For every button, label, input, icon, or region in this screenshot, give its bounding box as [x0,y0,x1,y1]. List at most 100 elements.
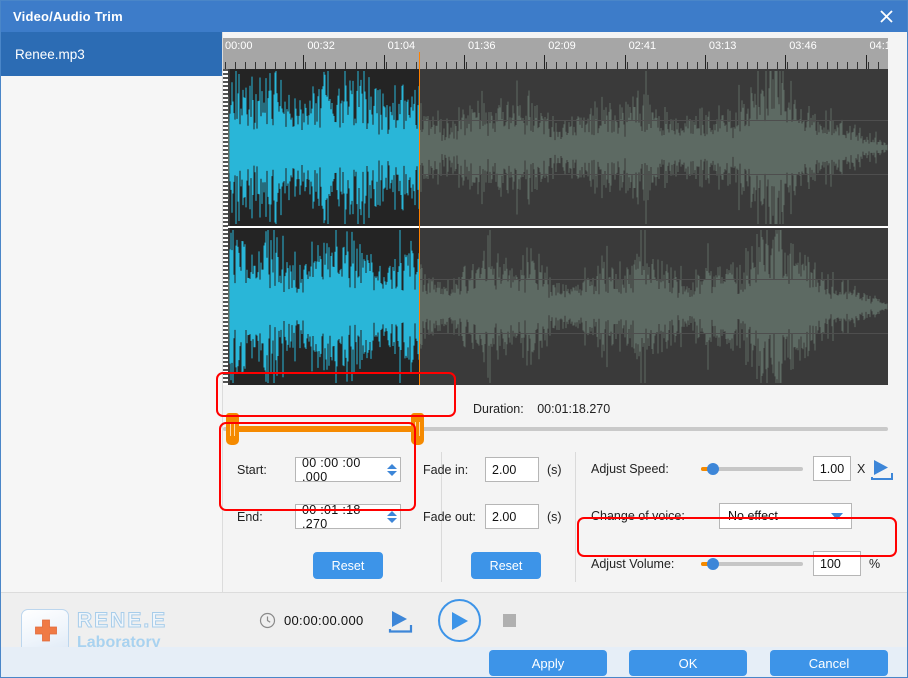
end-time-value: 00 :01 :18 .270 [302,502,361,531]
timeline-ruler[interactable]: 00:00 00:32 01:04 01:36 02:09 02:41 03:13 03:46… [223,38,888,69]
speed-value-input[interactable]: 1.00 [813,456,851,481]
ruler-tick-label: 03:13 [708,40,737,52]
ruler-minor-tick [295,62,296,69]
volume-slider[interactable] [701,556,803,572]
ruler-minor-tick [827,62,828,69]
start-time-row: Start: 00 :00 :00 .000 [237,455,401,484]
fade-out-input[interactable]: 2.00 [485,504,539,529]
ruler-minor-tick [817,62,818,69]
ruler-minor-tick [245,62,246,69]
duration-value: 00:01:18.270 [537,402,611,416]
selection-left-edge-handle[interactable] [223,69,228,385]
change-of-voice-row: Change of voice: No effect [591,503,852,529]
ruler-minor-tick [285,62,286,69]
ok-button[interactable]: OK [629,650,747,676]
play-button[interactable] [437,599,481,642]
scrubber-end-handle[interactable] [411,413,425,445]
waveform-channel-left [223,69,888,226]
file-list-sidebar: Renee.mp3 [1,32,223,592]
apply-button[interactable]: Apply [489,650,607,676]
ruler-minor-tick [717,62,718,69]
scrubber-start-handle[interactable] [225,413,239,445]
fade-in-label: Fade in: [423,462,469,477]
change-of-voice-value: No effect [728,509,778,523]
ruler-minor-tick [356,62,357,69]
current-time-group: 00:00:00.000 [259,612,364,629]
ruler-minor-tick [777,62,778,69]
video-audio-trim-dialog: Video/Audio Trim Renee.mp3 00:00 00:32 01:… [0,0,908,678]
ruler-major-tick [704,55,706,69]
window-title: Video/Audio Trim [13,9,123,24]
ruler-minor-tick [235,62,236,69]
ruler-minor-tick [265,62,266,69]
ruler-minor-tick [516,62,517,69]
ruler-minor-tick [436,62,437,69]
ruler-minor-tick [667,62,668,69]
ruler-minor-tick [486,62,487,69]
ruler-minor-tick [687,62,688,69]
trim-reset-button[interactable]: Reset [313,552,383,579]
ruler-minor-tick [305,62,306,69]
ruler-minor-tick [697,62,698,69]
ruler-minor-tick [807,62,808,69]
play-export-icon[interactable] [386,608,416,634]
end-time-stepper[interactable] [387,510,397,523]
ruler-minor-tick [325,62,326,69]
waveform-display[interactable] [223,69,888,385]
fade-in-input[interactable]: 2.00 [485,457,539,482]
fade-reset-button[interactable]: Reset [471,552,541,579]
start-time-stepper[interactable] [387,463,397,476]
ruler-major-tick [865,55,867,69]
chevron-down-icon [831,512,843,520]
start-label: Start: [237,462,267,477]
sidebar-item-renee-mp3[interactable]: Renee.mp3 [1,32,222,76]
ruler-minor-tick [637,62,638,69]
playback-controls: 00:00:00.000 [259,593,516,648]
start-time-input[interactable]: 00 :00 :00 .000 [295,455,401,484]
ruler-minor-tick [396,62,397,69]
ruler-minor-tick [476,62,477,69]
ruler-minor-tick [506,62,507,69]
sidebar-item-label: Renee.mp3 [15,46,85,62]
close-icon [879,10,893,23]
ruler-minor-tick [787,62,788,69]
volume-slider-knob[interactable] [707,557,720,570]
ruler-minor-tick [617,62,618,69]
ruler-major-tick [624,55,626,69]
speed-slider[interactable] [701,461,803,477]
dialog-footer: Apply OK Cancel [1,647,907,677]
start-time-value: 00 :00 :00 .000 [302,455,361,484]
end-time-input[interactable]: 00 :01 :18 .270 [295,502,401,531]
ruler-minor-tick [536,62,537,69]
end-label: End: [237,509,263,524]
change-of-voice-select[interactable]: No effect [719,503,852,529]
ruler-minor-tick [737,62,738,69]
play-preview-icon[interactable] [869,457,897,481]
waveform-channel-right [223,228,888,385]
ruler-tick-label: 00:00 [225,40,253,52]
close-button[interactable] [863,1,907,32]
stop-button[interactable] [502,614,516,627]
ruler-playhead[interactable] [419,52,421,69]
ruler-tick-label: 02:41 [628,40,657,52]
fade-in-row: Fade in: 2.00 (s) [423,457,562,482]
ruler-minor-tick [878,62,879,69]
ruler-tick-label: 01:36 [467,40,496,52]
volume-value-input[interactable]: 100 [813,551,861,576]
trim-scrubber[interactable] [223,413,888,445]
change-of-voice-label: Change of voice: [591,509,685,523]
cancel-button[interactable]: Cancel [770,650,888,676]
fade-in-unit: (s) [547,462,562,477]
ruler-minor-tick [315,62,316,69]
adjust-speed-row: Adjust Speed: 1.00 X [591,456,897,481]
ruler-tick-label: 00:32 [307,40,335,52]
ruler-minor-tick [416,62,417,69]
play-icon [451,611,468,630]
cross-icon [35,619,57,642]
scrubber-selected-range[interactable] [229,426,420,432]
speed-slider-knob[interactable] [707,462,720,475]
ruler-minor-tick [556,62,557,69]
controls-panel: Start: 00 :00 :00 .000 End: 00 :01 :18 .… [223,446,907,592]
ruler-minor-tick [466,62,467,69]
waveform-playhead[interactable] [419,69,421,385]
